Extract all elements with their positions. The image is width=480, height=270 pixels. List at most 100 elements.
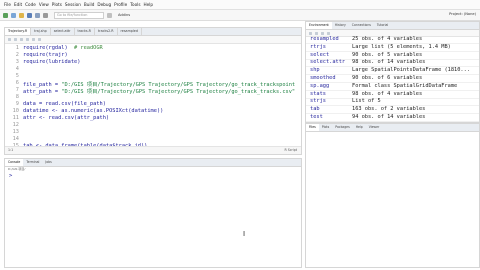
- environment-row[interactable]: rtrjs Large list (5 elements, 1.4 MB): [306, 44, 479, 52]
- grid-icon[interactable]: [107, 12, 112, 18]
- main-toolbar: Go to file/function Addins Project: (Non…: [0, 10, 480, 21]
- console-tab[interactable]: Terminal: [23, 159, 42, 166]
- code-area[interactable]: 1 require(rgdal) # readOGR 2 require(trajr)…: [5, 43, 301, 146]
- editor-tab[interactable]: traj.shp: [31, 28, 51, 35]
- save-all-icon[interactable]: [35, 12, 40, 18]
- source-on-save-icon[interactable]: [26, 38, 29, 41]
- environment-row[interactable]: smoothed 90 obs. of 6 variables: [306, 75, 479, 83]
- menu-item-tools[interactable]: Tools: [130, 2, 140, 7]
- code-line[interactable]: require(trajr): [23, 52, 68, 58]
- files-tab[interactable]: Packages: [332, 124, 352, 131]
- console-tab[interactable]: Console: [5, 159, 24, 166]
- code-token: rgdal: [48, 45, 65, 51]
- editor-tab[interactable]: select.attr: [51, 28, 75, 35]
- menu-item-build[interactable]: Build: [84, 2, 95, 7]
- environment-object-name: tab: [310, 106, 320, 113]
- environment-row[interactable]: stats 98 obs. of 4 variables: [306, 91, 479, 99]
- menu-item-code[interactable]: Code: [25, 2, 36, 7]
- console-tab[interactable]: Jobs: [42, 159, 54, 166]
- menu-item-profile[interactable]: Profile: [114, 2, 127, 7]
- files-tab[interactable]: Viewer: [366, 124, 383, 131]
- goto-file-input[interactable]: Go to file/function: [54, 11, 104, 19]
- save-script-icon[interactable]: [20, 38, 23, 41]
- line-number: 9: [15, 101, 19, 107]
- code-token: data = read.csv(file_path): [23, 101, 106, 107]
- code-line[interactable]: require(rgdal) # readOGR: [23, 45, 103, 51]
- mouse-cursor-icon: I: [243, 230, 246, 238]
- console-prompt[interactable]: >: [9, 173, 12, 179]
- code-line[interactable]: data = read.csv(file_path): [23, 101, 106, 107]
- search-icon[interactable]: [32, 38, 35, 41]
- code-line[interactable]: require(lubridate): [23, 59, 80, 65]
- environment-row[interactable]: strjs List of 5: [306, 98, 479, 107]
- project-menu[interactable]: Project: (None): [449, 12, 476, 16]
- line-number: 8: [15, 94, 19, 100]
- print-icon[interactable]: [43, 12, 48, 18]
- new-project-icon[interactable]: [11, 12, 16, 18]
- code-token: # readOGR: [74, 45, 103, 51]
- environment-row[interactable]: test 94 obs. of 14 variables: [306, 114, 479, 122]
- line-number: 3: [15, 59, 19, 65]
- code-token: attr_path =: [23, 89, 62, 95]
- files-tab[interactable]: Files: [306, 124, 319, 131]
- environment-tab[interactable]: Tutorial: [374, 22, 391, 29]
- environment-row[interactable]: resampled 25 obs. of 4 variables: [306, 36, 479, 44]
- menu-item-session[interactable]: Session: [65, 2, 81, 7]
- save-workspace-icon[interactable]: [315, 31, 318, 35]
- environment-row[interactable]: tab 163 obs. of 2 variables: [306, 106, 479, 115]
- line-number: 13: [12, 129, 19, 135]
- editor-tab[interactable]: resampled: [118, 28, 142, 35]
- broom-icon[interactable]: [327, 31, 330, 35]
- environment-object-value: Large list (5 elements, 1.4 MB): [352, 43, 451, 50]
- environment-object-value: 163 obs. of 2 variables: [352, 106, 426, 113]
- code-line[interactable]: attr_path = "D:/GIS 项目/Trajectory/GPS Tr…: [23, 87, 295, 95]
- menu-item-plots[interactable]: Plots: [52, 2, 62, 7]
- code-line[interactable]: attr <- read.csv(attr_path): [23, 115, 109, 121]
- forward-icon[interactable]: [14, 38, 17, 41]
- files-tab[interactable]: Plots: [319, 124, 332, 131]
- environment-tab[interactable]: History: [332, 22, 349, 29]
- environment-object-name: smoothed: [310, 75, 336, 81]
- environment-object-value: 25 obs. of 4 variables: [352, 36, 423, 42]
- code-tools-icon[interactable]: [38, 38, 41, 41]
- environment-tab[interactable]: Environment: [306, 22, 332, 29]
- menu-item-file[interactable]: File: [4, 2, 11, 7]
- environment-object-name: test: [310, 114, 323, 120]
- menu-item-debug[interactable]: Debug: [97, 2, 111, 7]
- environment-row[interactable]: sp.agg Formal class SpatialGridDataFrame: [306, 83, 479, 91]
- import-dataset-icon[interactable]: [321, 31, 324, 35]
- line-number: 2: [15, 52, 19, 58]
- line-number: 12: [12, 122, 19, 128]
- editor-tab[interactable]: Trajectory.R: [5, 28, 32, 35]
- files-tab[interactable]: Help: [353, 124, 366, 131]
- file-type[interactable]: R Script: [285, 147, 297, 154]
- environment-row[interactable]: shp Large SpatialPointsDataFrame (1810...: [306, 67, 479, 76]
- line-number: 14: [12, 136, 19, 142]
- open-file-icon[interactable]: [19, 12, 24, 18]
- menu-item-view[interactable]: View: [39, 2, 49, 7]
- editor-tab[interactable]: tracks2.R: [95, 28, 118, 35]
- console-tabs: Console Terminal Jobs: [5, 159, 301, 167]
- code-token: ): [64, 45, 75, 51]
- line-number: 5: [15, 73, 19, 79]
- environment-object-value: Large SpatialPointsDataFrame (1810...: [352, 67, 470, 74]
- editor-tab[interactable]: tracks.R: [75, 28, 95, 35]
- back-icon[interactable]: [8, 38, 11, 41]
- environment-object-name: resampled: [310, 36, 339, 42]
- environment-object-name: strjs: [310, 98, 326, 105]
- environment-object-name: select: [310, 51, 330, 58]
- cursor-position: 1:1: [8, 148, 14, 152]
- code-token: attr <- read.csv(attr_path): [23, 115, 110, 121]
- load-workspace-icon[interactable]: [309, 31, 312, 35]
- menu-item-edit[interactable]: Edit: [14, 2, 22, 7]
- line-number: 10: [12, 108, 19, 114]
- environment-row[interactable]: select.attr 98 obs. of 14 variables: [306, 59, 479, 68]
- code-line[interactable]: datatime <- as.numeric(as.POSIXct(datati…: [23, 108, 163, 114]
- environment-tab[interactable]: Connections: [349, 22, 374, 29]
- addins-menu[interactable]: Addins: [118, 13, 130, 17]
- source-editor-pane: Trajectory.R traj.shp select.attr tracks.R t…: [4, 27, 302, 155]
- environment-row[interactable]: select 90 obs. of 5 variables: [306, 52, 479, 60]
- save-icon[interactable]: [27, 12, 32, 18]
- menu-item-help[interactable]: Help: [144, 2, 154, 7]
- new-file-icon[interactable]: [3, 12, 8, 18]
